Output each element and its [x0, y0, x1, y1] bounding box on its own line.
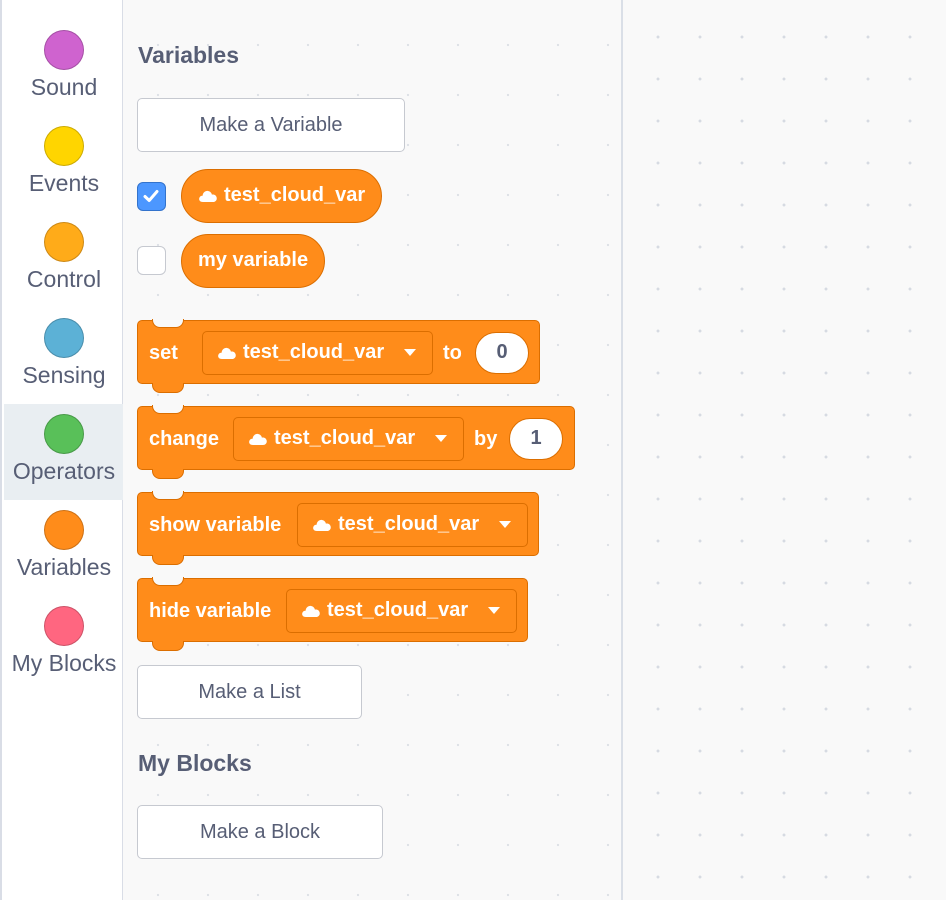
change-variable-block[interactable]: change test_cloud_var by 1: [137, 405, 575, 479]
dropdown-arrow-icon: [488, 607, 500, 614]
variable-name: test_cloud_var: [224, 184, 366, 206]
cloud-icon: [249, 433, 267, 445]
variables-category-dot-icon: [44, 510, 84, 550]
variable-reporter-my-variable[interactable]: my variable: [181, 234, 326, 288]
set-variable-block[interactable]: set test_cloud_var to 0: [137, 319, 540, 393]
control-category-dot-icon: [44, 222, 84, 262]
dropdown-arrow-icon: [404, 349, 416, 356]
block-label: by: [474, 428, 498, 450]
cloud-icon: [199, 190, 217, 202]
variable-dropdown[interactable]: test_cloud_var: [297, 503, 528, 547]
hide-variable-block[interactable]: hide variable test_cloud_var: [137, 577, 528, 651]
dropdown-arrow-icon: [499, 521, 511, 528]
variable-dropdown[interactable]: test_cloud_var: [233, 417, 464, 461]
variable-reporter-test-cloud-var[interactable]: test_cloud_var: [181, 169, 383, 223]
category-operators[interactable]: Operators: [4, 404, 124, 500]
category-label: My Blocks: [11, 650, 117, 676]
category-label: Sensing: [22, 362, 106, 388]
category-sensing[interactable]: Sensing: [4, 308, 124, 404]
variable-name: my variable: [198, 249, 309, 271]
block-label: to: [443, 342, 462, 364]
cloud-icon: [218, 347, 236, 359]
category-label: Operators: [12, 458, 116, 484]
variables-section-title: Variables: [138, 42, 240, 68]
cloud-icon: [302, 605, 320, 617]
make-list-button[interactable]: Make a List: [137, 665, 362, 719]
events-category-dot-icon: [44, 126, 84, 166]
category-label: Sound: [30, 74, 98, 100]
block-label: set: [149, 342, 178, 364]
variable-dropdown[interactable]: test_cloud_var: [286, 589, 517, 633]
variable-checkbox-test-cloud-var[interactable]: [137, 182, 166, 211]
dropdown-arrow-icon: [435, 435, 447, 442]
variable-dropdown[interactable]: test_cloud_var: [202, 331, 433, 375]
make-variable-button[interactable]: Make a Variable: [137, 98, 405, 152]
category-label: Control: [26, 266, 102, 292]
my-blocks-section-title: My Blocks: [138, 750, 252, 776]
dropdown-value: test_cloud_var: [243, 341, 385, 363]
category-menu: Sound Events Control Sensing Operators V…: [0, 0, 124, 900]
category-sound[interactable]: Sound: [4, 20, 124, 116]
sound-category-dot-icon: [44, 30, 84, 70]
sensing-category-dot-icon: [44, 318, 84, 358]
checkmark-icon: [143, 190, 159, 202]
make-block-button[interactable]: Make a Block: [137, 805, 383, 859]
value-input[interactable]: 0: [475, 332, 529, 374]
category-my-blocks[interactable]: My Blocks: [4, 596, 124, 692]
dropdown-value: test_cloud_var: [327, 599, 469, 621]
block-label: hide variable: [149, 600, 272, 622]
show-variable-block[interactable]: show variable test_cloud_var: [137, 491, 539, 565]
block-label: change: [149, 428, 220, 450]
operators-category-dot-icon: [44, 414, 84, 454]
variable-checkbox-my-variable[interactable]: [137, 246, 166, 275]
category-variables[interactable]: Variables: [4, 500, 124, 596]
category-label: Events: [28, 170, 100, 196]
value-input[interactable]: 1: [509, 418, 563, 460]
category-label: Variables: [16, 554, 112, 580]
dropdown-value: test_cloud_var: [274, 427, 416, 449]
cloud-icon: [313, 519, 331, 531]
category-events[interactable]: Events: [4, 116, 124, 212]
dropdown-value: test_cloud_var: [338, 513, 480, 535]
my-blocks-category-dot-icon: [44, 606, 84, 646]
script-workspace[interactable]: [623, 0, 946, 900]
category-control[interactable]: Control: [4, 212, 124, 308]
block-label: show variable: [149, 514, 282, 536]
